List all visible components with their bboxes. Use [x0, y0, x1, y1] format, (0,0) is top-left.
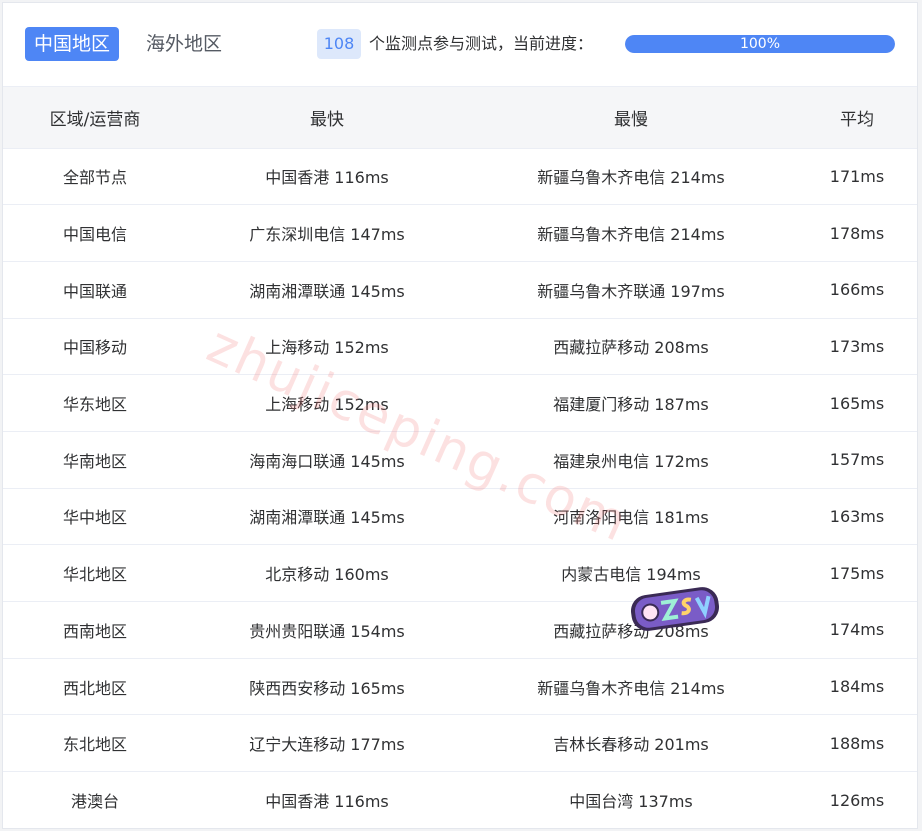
cell-fastest: 北京移动 160ms — [187, 544, 467, 602]
cell-fastest: 海南海口联通 145ms — [187, 431, 467, 489]
cell-average: 175ms — [795, 544, 917, 602]
table-row: 中国联通 湖南湘潭联通 145ms 新疆乌鲁木齐联通 197ms 166ms — [3, 261, 917, 319]
cell-slowest: 西藏拉萨移动 208ms — [467, 601, 795, 659]
tab-overseas-region[interactable]: 海外地区 — [137, 27, 231, 61]
cell-slowest: 新疆乌鲁木齐电信 214ms — [467, 658, 795, 716]
cell-region: 华北地区 — [3, 544, 187, 602]
progress-percent-label: 100% — [739, 36, 781, 52]
cell-region: 中国联通 — [3, 261, 187, 319]
cell-average: 165ms — [795, 374, 917, 432]
cell-region: 西南地区 — [3, 601, 187, 659]
table-row: 中国移动 上海移动 152ms 西藏拉萨移动 208ms 173ms — [3, 318, 917, 376]
cell-average: 166ms — [795, 261, 917, 319]
cell-slowest: 吉林长春移动 201ms — [467, 714, 795, 773]
cell-region: 中国电信 — [3, 204, 187, 262]
table-row: 华东地区 上海移动 152ms 福建厦门移动 187ms 165ms — [3, 374, 917, 432]
cell-slowest: 新疆乌鲁木齐联通 197ms — [467, 261, 795, 319]
region-toolbar: 中国地区 海外地区 108 个监测点参与测试，当前进度： 100% — [3, 3, 917, 87]
cell-average: 188ms — [795, 714, 917, 773]
cell-fastest: 中国香港 116ms — [187, 148, 467, 206]
latency-table: 区域/运营商 最快 最慢 平均 全部节点 中国香港 116ms 新疆乌鲁木齐电信… — [3, 87, 917, 828]
cell-fastest: 中国香港 116ms — [265, 792, 389, 812]
cell-fastest: 湖南湘潭联通 145ms — [187, 488, 467, 546]
table-row: 华南地区 海南海口联通 145ms 福建泉州电信 172ms 157ms — [3, 431, 917, 489]
cell-fastest: 上海移动 152ms — [187, 374, 467, 432]
table-row: 全部节点 中国香港 116ms 新疆乌鲁木齐电信 214ms 171ms — [3, 148, 917, 206]
progress-description: 个监测点参与测试，当前进度： — [369, 34, 594, 53]
column-header-average: 平均 — [795, 87, 917, 149]
table-header-row: 区域/运营商 最快 最慢 平均 — [3, 87, 917, 149]
cell-fastest: 湖南湘潭联通 145ms — [187, 261, 467, 319]
cell-fastest: 陕西西安移动 165ms — [187, 658, 467, 716]
cell-slowest: 内蒙古电信 194ms — [467, 544, 795, 602]
node-count-badge: 108 — [317, 29, 361, 59]
cell-average: 174ms — [795, 601, 917, 659]
cell-region: 华中地区 — [3, 488, 187, 546]
cell-average: 178ms — [795, 204, 917, 262]
cell-average: 173ms — [795, 318, 917, 376]
table-row: 西北地区 陕西西安移动 165ms 新疆乌鲁木齐电信 214ms 184ms — [3, 658, 917, 716]
cell-slowest: 新疆乌鲁木齐电信 214ms — [467, 148, 795, 206]
table-row: 中国电信 广东深圳电信 147ms 新疆乌鲁木齐电信 214ms 178ms — [3, 204, 917, 262]
cell-region: 华南地区 — [3, 431, 187, 489]
cell-region: 港澳台 — [70, 792, 119, 812]
table-row: 华中地区 湖南湘潭联通 145ms 河南洛阳电信 181ms 163ms — [3, 488, 917, 546]
tab-china-region[interactable]: 中国地区 — [25, 27, 120, 61]
cell-average: 163ms — [795, 488, 917, 546]
cell-average: 157ms — [795, 431, 917, 489]
cell-average: 184ms — [795, 658, 917, 716]
cell-slowest: 西藏拉萨移动 208ms — [467, 318, 795, 376]
progress-bar: 100% — [625, 35, 895, 53]
cell-region: 华东地区 — [3, 374, 187, 432]
cell-fastest: 贵州贵阳联通 154ms — [187, 601, 467, 659]
table-row: 港澳台 中国香港 116ms 中国台湾 137ms 126ms — [3, 772, 917, 828]
column-header-slowest: 最慢 — [467, 87, 795, 149]
speedtest-panel: 中国地区 海外地区 108 个监测点参与测试，当前进度： 100% 区域/运营商… — [2, 2, 918, 829]
cell-region: 全部节点 — [3, 148, 187, 206]
cell-region: 东北地区 — [3, 714, 187, 773]
cell-slowest: 河南洛阳电信 181ms — [467, 488, 795, 546]
table-row: 东北地区 辽宁大连移动 177ms 吉林长春移动 201ms 188ms — [3, 714, 917, 773]
table-row: 华北地区 北京移动 160ms 内蒙古电信 194ms 175ms — [3, 544, 917, 602]
cell-region: 中国移动 — [3, 318, 187, 376]
cell-region: 西北地区 — [3, 658, 187, 716]
cell-average: 171ms — [795, 148, 917, 206]
cell-slowest: 福建厦门移动 187ms — [467, 374, 795, 432]
column-header-region: 区域/运营商 — [3, 87, 187, 149]
cell-slowest: 福建泉州电信 172ms — [467, 431, 795, 489]
cell-fastest: 广东深圳电信 147ms — [187, 204, 467, 262]
cell-average: 126ms — [829, 790, 885, 810]
table-row: 西南地区 贵州贵阳联通 154ms 西藏拉萨移动 208ms 174ms — [3, 601, 917, 659]
cell-fastest: 辽宁大连移动 177ms — [187, 714, 467, 773]
cell-fastest: 上海移动 152ms — [187, 318, 467, 376]
column-header-fastest: 最快 — [187, 87, 467, 149]
cell-slowest: 新疆乌鲁木齐电信 214ms — [467, 204, 795, 262]
cell-slowest: 中国台湾 137ms — [569, 792, 693, 812]
